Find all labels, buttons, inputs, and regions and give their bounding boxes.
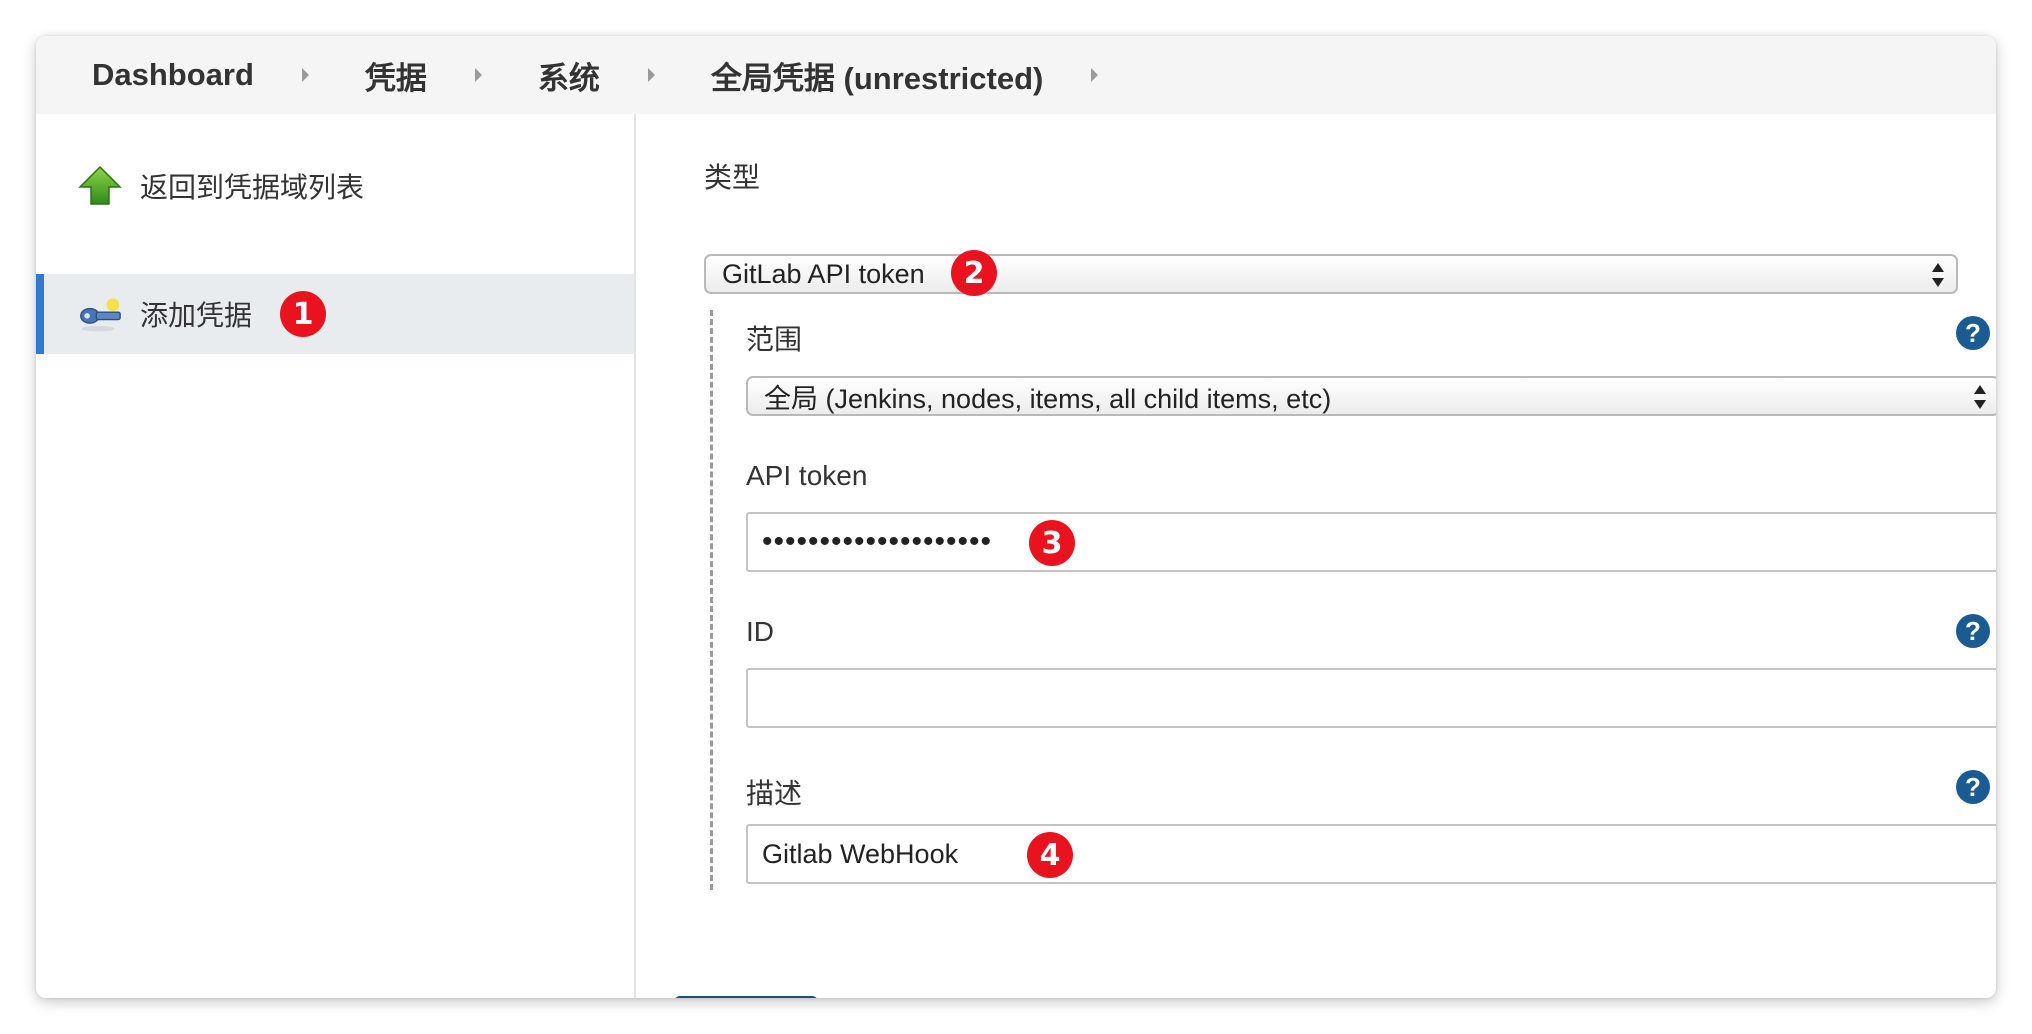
id-input[interactable] [746,668,1996,728]
sidebar: 返回到凭据域列表 添加凭据 1 [36,114,636,998]
scope-help-icon[interactable]: ? [1956,316,1990,350]
description-label: 描述 [746,778,803,809]
breadcrumb-chevron-icon[interactable] [301,68,309,82]
breadcrumb-system[interactable]: 系统 [482,53,600,98]
breadcrumb: Dashboard 凭据 系统 全局凭据 (unrestricted) [36,36,1996,114]
sidebar-item-label: 返回到凭据域列表 [140,172,365,203]
api-token-label: API token [746,460,868,491]
up-arrow-icon [78,165,122,205]
sidebar-item-back-to-domains[interactable]: 返回到凭据域列表 [36,146,634,226]
kind-select[interactable]: GitLab API token [704,254,1958,294]
annotation-badge-4: 4 [1027,832,1073,878]
sidebar-item-label: 添加凭据 [140,300,253,331]
nested-form-divider [710,310,713,890]
key-icon [80,298,121,332]
scope-select[interactable]: 全局 (Jenkins, nodes, items, all child ite… [746,376,1996,416]
scope-select-value: 全局 (Jenkins, nodes, items, all child ite… [764,383,1332,414]
breadcrumb-chevron-icon[interactable] [647,68,655,82]
kind-label: 类型 [704,162,761,193]
breadcrumb-chevron-icon[interactable] [474,68,482,82]
submit-button[interactable]: 确定 [674,996,818,998]
annotation-badge-1: 1 [280,291,326,337]
api-token-input[interactable]: •••••••••••••••••••• [746,512,1996,572]
id-help-icon[interactable]: ? [1956,614,1990,648]
scope-label: 范围 [746,324,803,355]
annotation-badge-3: 3 [1029,520,1075,566]
credentials-window: Dashboard 凭据 系统 全局凭据 (unrestricted) 返回到凭… [36,36,1996,998]
annotation-badge-2: 2 [951,250,997,296]
kind-select-value: GitLab API token [722,258,925,289]
sidebar-item-add-credentials[interactable]: 添加凭据 1 [36,274,634,354]
select-arrows-icon [1932,261,1944,289]
description-value: Gitlab WebHook [762,838,959,869]
breadcrumb-credentials[interactable]: 凭据 [309,53,427,98]
breadcrumb-dashboard[interactable]: Dashboard [36,57,254,93]
description-input[interactable]: Gitlab WebHook [746,824,1996,884]
api-token-value: •••••••••••••••••••• [762,525,993,558]
credential-form: 类型 GitLab API token 2 范围 ? 全局 (Jenkins, … [636,114,1996,998]
select-arrows-icon [1974,383,1986,411]
breadcrumb-chevron-icon[interactable] [1091,68,1099,82]
description-help-icon[interactable]: ? [1956,770,1990,804]
id-label: ID [746,616,774,647]
breadcrumb-global-credentials[interactable]: 全局凭据 (unrestricted) [655,53,1043,98]
